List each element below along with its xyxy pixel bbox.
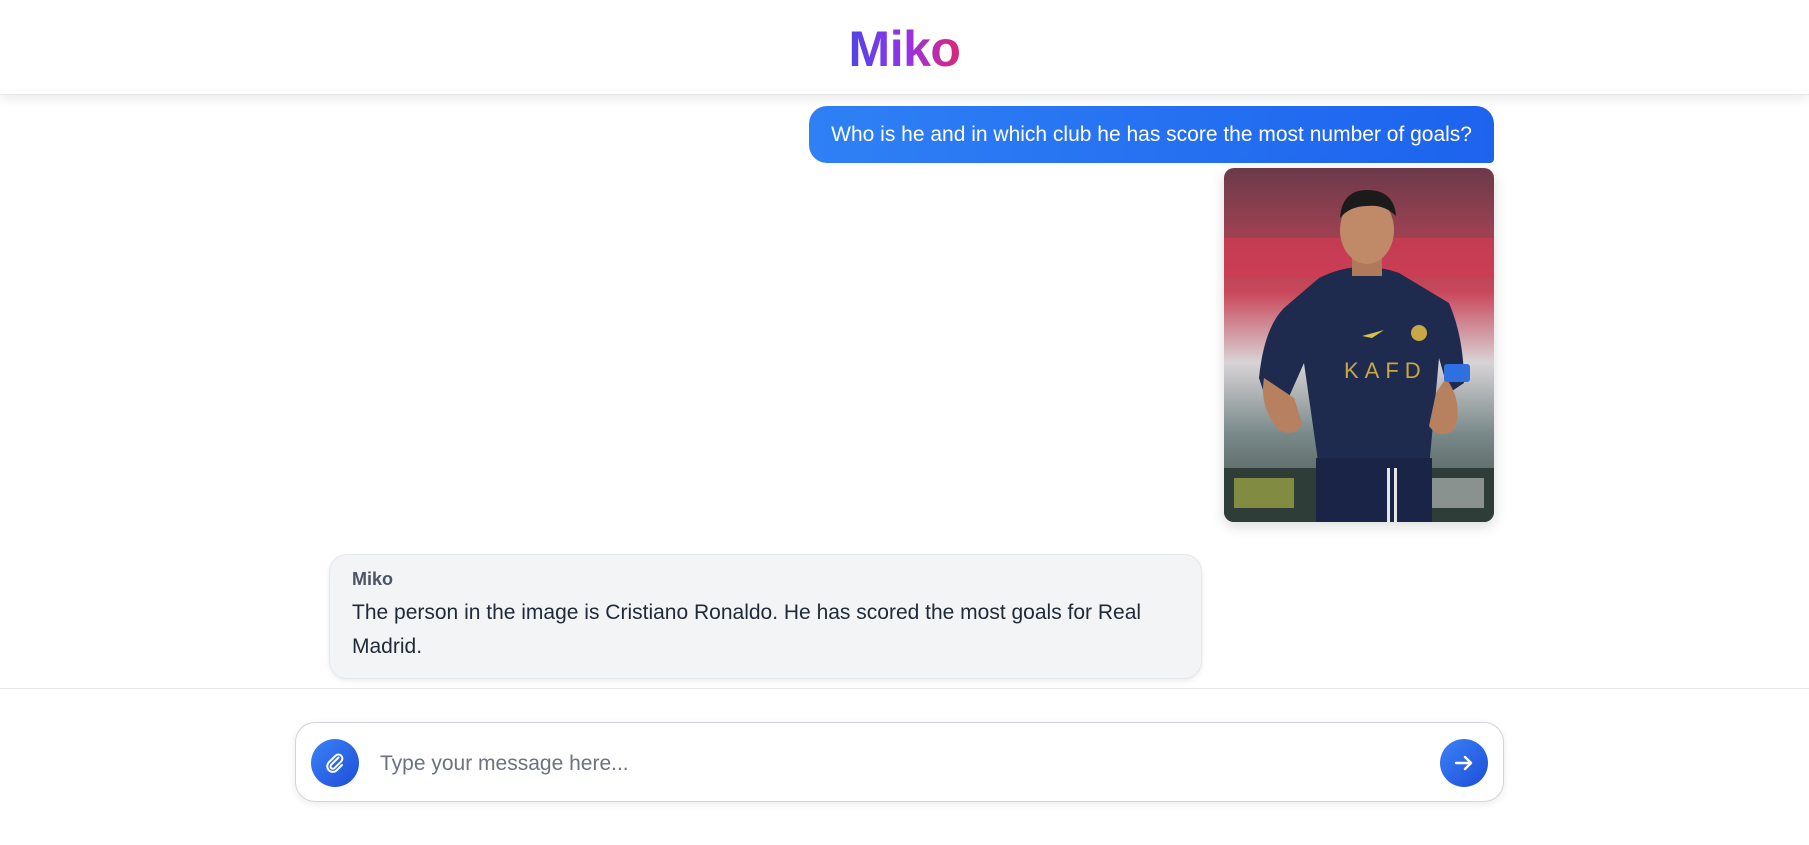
send-button[interactable] — [1440, 739, 1488, 787]
app-header: Miko — [0, 0, 1809, 95]
composer-area — [0, 688, 1809, 845]
message-input[interactable] — [378, 741, 1422, 787]
attach-button[interactable] — [311, 739, 359, 787]
assistant-message-text: The person in the image is Cristiano Ron… — [352, 601, 1142, 658]
svg-text:KAFD: KAFD — [1344, 358, 1427, 383]
assistant-message-bubble: Miko The person in the image is Cristian… — [329, 554, 1202, 679]
message-composer — [295, 722, 1504, 802]
assistant-name: Miko — [352, 569, 394, 589]
user-message-bubble: Who is he and in which club he has score… — [809, 106, 1494, 163]
app-title: Miko — [848, 21, 961, 77]
user-attached-image[interactable]: KAFD — [1224, 168, 1494, 522]
arrow-right-icon — [1454, 755, 1473, 771]
player-photo: KAFD — [1224, 168, 1494, 522]
chat-messages[interactable]: Who is he and in which club he has score… — [0, 94, 1809, 688]
paperclip-icon — [326, 753, 344, 773]
